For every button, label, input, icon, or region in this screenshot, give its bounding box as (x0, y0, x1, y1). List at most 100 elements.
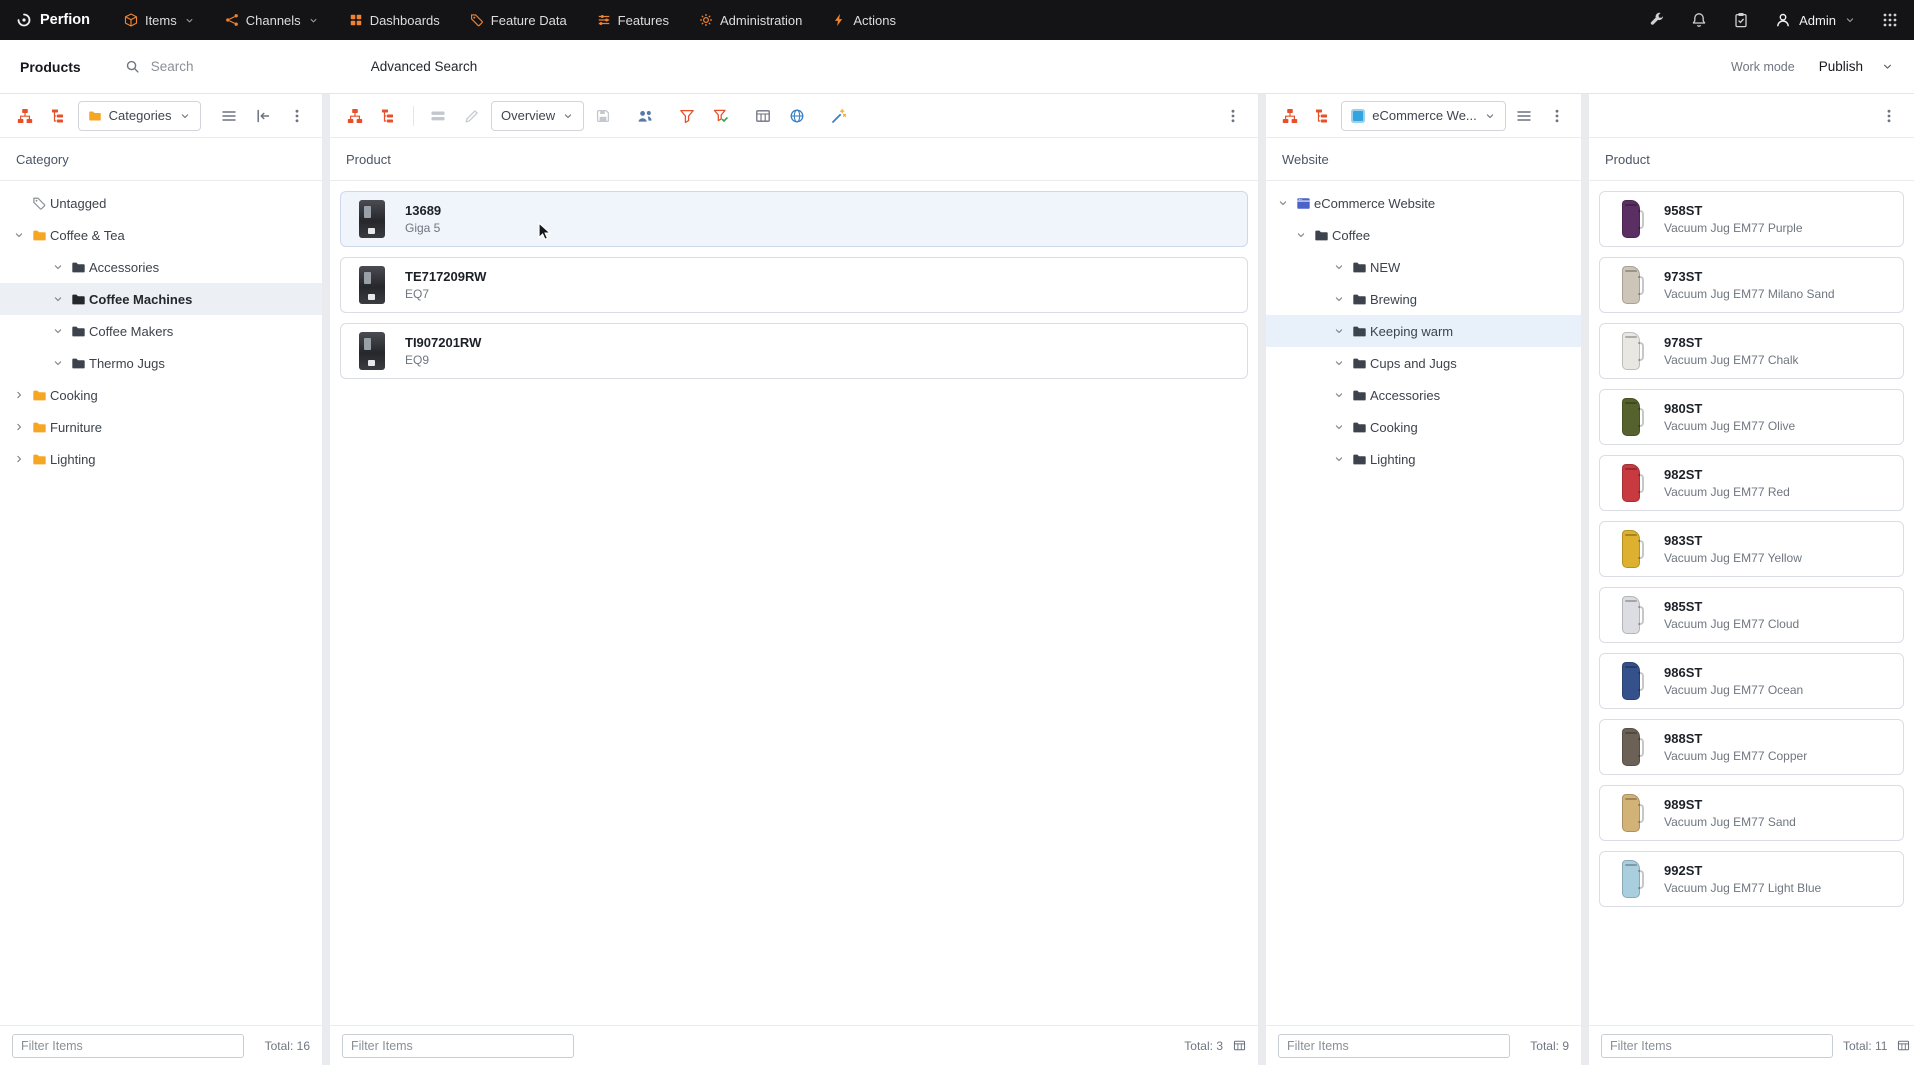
nav-menu-item-administration[interactable]: Administration (699, 13, 802, 28)
tree-item-label: Coffee & Tea (50, 227, 125, 243)
product-card-ti907201rw[interactable]: TI907201RW EQ9 (340, 323, 1248, 379)
tree-item-furniture[interactable]: Furniture (0, 411, 322, 443)
grid-count-icon[interactable] (1233, 1039, 1246, 1052)
product-card-978st[interactable]: 978ST Vacuum Jug EM77 Chalk (1599, 323, 1904, 379)
publish-button[interactable]: Publish (1819, 59, 1894, 74)
product-name: Vacuum Jug EM77 Purple (1664, 221, 1803, 235)
rows-view-icon[interactable] (423, 101, 453, 131)
hierarchy-view-icon[interactable] (340, 101, 370, 131)
tree-list-view-icon[interactable] (1309, 101, 1338, 131)
notifications-bell-icon[interactable] (1691, 12, 1707, 28)
more-options-icon[interactable] (1542, 101, 1571, 131)
product-card-989st[interactable]: 989ST Vacuum Jug EM77 Sand (1599, 785, 1904, 841)
product-thumbnail (1610, 330, 1652, 372)
product-card-text: TE717209RW EQ7 (405, 269, 486, 301)
tree-item-keeping-warm[interactable]: Keeping warm (1266, 315, 1581, 347)
nav-menu-item-dashboards[interactable]: Dashboards (349, 13, 440, 28)
tree-list-view-icon[interactable] (44, 101, 74, 131)
more-options-icon[interactable] (282, 101, 312, 131)
tree-item-new[interactable]: NEW (1266, 251, 1581, 283)
menu-icon[interactable] (215, 101, 245, 131)
globe-icon[interactable] (782, 101, 812, 131)
filter-active-icon[interactable] (706, 101, 736, 131)
users-icon[interactable] (630, 101, 660, 131)
product-card-text: 982ST Vacuum Jug EM77 Red (1664, 467, 1790, 499)
search-input[interactable] (148, 58, 279, 75)
tree-item-accessories[interactable]: Accessories (1266, 379, 1581, 411)
tasks-clipboard-icon[interactable] (1733, 12, 1749, 28)
save-icon[interactable] (588, 101, 618, 131)
product-name: Vacuum Jug EM77 Copper (1664, 749, 1808, 763)
product-name: EQ7 (405, 287, 430, 301)
filter-items-input[interactable] (342, 1033, 574, 1058)
app-launcher-grid-icon[interactable] (1882, 12, 1898, 28)
tree-item-brewing[interactable]: Brewing (1266, 283, 1581, 315)
product-card-text: 958ST Vacuum Jug EM77 Purple (1664, 203, 1803, 235)
product-card-986st[interactable]: 986ST Vacuum Jug EM77 Ocean (1599, 653, 1904, 709)
category-selector[interactable]: Categories (77, 100, 201, 131)
table-view-icon[interactable] (748, 101, 778, 131)
filter-items-input[interactable] (1278, 1033, 1510, 1058)
product-card-983st[interactable]: 983ST Vacuum Jug EM77 Yellow (1599, 521, 1904, 577)
more-options-icon[interactable] (1874, 101, 1904, 131)
gear-icon (699, 13, 713, 27)
tree-list-view-icon[interactable] (374, 101, 404, 131)
filter-icon[interactable] (672, 101, 702, 131)
channels-icon (225, 13, 239, 27)
collapse-all-icon[interactable] (248, 101, 278, 131)
tree-item-thermo-jugs[interactable]: Thermo Jugs (0, 347, 322, 379)
channel-selector[interactable]: eCommerce We... (1341, 100, 1506, 131)
filter-items-input[interactable] (1601, 1033, 1833, 1058)
product-name: Vacuum Jug EM77 Light Blue (1664, 881, 1822, 895)
filter-items-input[interactable] (12, 1033, 244, 1058)
tree-item-lighting[interactable]: Lighting (1266, 443, 1581, 475)
menu-icon[interactable] (1510, 101, 1539, 131)
global-search[interactable] (125, 58, 305, 75)
edit-icon[interactable] (457, 101, 487, 131)
product-card-985st[interactable]: 985ST Vacuum Jug EM77 Cloud (1599, 587, 1904, 643)
nav-menu-item-actions[interactable]: Actions (832, 13, 896, 28)
user-menu[interactable]: Admin (1775, 12, 1856, 28)
nav-menu-item-channels[interactable]: Channels (225, 13, 319, 28)
tree-item-coffee-machines[interactable]: Coffee Machines (0, 283, 322, 315)
tree-item-untagged[interactable]: Untagged (0, 187, 322, 219)
view-selector[interactable]: Overview (491, 100, 585, 131)
category-panel-header: Category (0, 138, 322, 181)
jug-shape (1622, 596, 1644, 634)
brand-name: Perfion (40, 12, 90, 28)
tree-item-coffee[interactable]: Coffee (1266, 219, 1581, 251)
magic-wand-icon[interactable] (824, 101, 854, 131)
work-mode-label[interactable]: Work mode (1731, 60, 1795, 74)
tree-item-cups-and-jugs[interactable]: Cups and Jugs (1266, 347, 1581, 379)
product-card-992st[interactable]: 992ST Vacuum Jug EM77 Light Blue (1599, 851, 1904, 907)
tag-icon (28, 196, 50, 211)
hierarchy-view-icon[interactable] (1276, 101, 1305, 131)
tree-item-coffee-makers[interactable]: Coffee Makers (0, 315, 322, 347)
nav-menu-item-items[interactable]: Items (124, 13, 195, 28)
tree-item-coffee-tea[interactable]: Coffee & Tea (0, 219, 322, 251)
product-card-982st[interactable]: 982ST Vacuum Jug EM77 Red (1599, 455, 1904, 511)
tree-item-ecommerce-website[interactable]: eCommerce Website (1266, 187, 1581, 219)
product-card-980st[interactable]: 980ST Vacuum Jug EM77 Olive (1599, 389, 1904, 445)
nav-item-label: Features (617, 12, 669, 28)
grid-count-icon[interactable] (1897, 1039, 1910, 1052)
product-card-988st[interactable]: 988ST Vacuum Jug EM77 Copper (1599, 719, 1904, 775)
tree-item-accessories[interactable]: Accessories (0, 251, 322, 283)
hierarchy-view-icon[interactable] (10, 101, 40, 131)
tree-item-lighting[interactable]: Lighting (0, 443, 322, 475)
more-options-icon[interactable] (1218, 101, 1248, 131)
nav-menu-item-features[interactable]: Features (597, 13, 669, 28)
product-card-te717209rw[interactable]: TE717209RW EQ7 (340, 257, 1248, 313)
chevron-icon (1330, 261, 1348, 273)
tree-item-icon (1348, 292, 1370, 307)
advanced-search-link[interactable]: Advanced Search (371, 59, 478, 74)
tools-icon[interactable] (1649, 12, 1665, 28)
tree-item-cooking[interactable]: Cooking (1266, 411, 1581, 443)
product-card-13689[interactable]: 13689 Giga 5 (340, 191, 1248, 247)
brand[interactable]: Perfion (16, 12, 90, 28)
chevron-icon (49, 357, 67, 369)
product-card-958st[interactable]: 958ST Vacuum Jug EM77 Purple (1599, 191, 1904, 247)
nav-menu-item-feature-data[interactable]: Feature Data (470, 13, 567, 28)
tree-item-cooking[interactable]: Cooking (0, 379, 322, 411)
product-card-973st[interactable]: 973ST Vacuum Jug EM77 Milano Sand (1599, 257, 1904, 313)
